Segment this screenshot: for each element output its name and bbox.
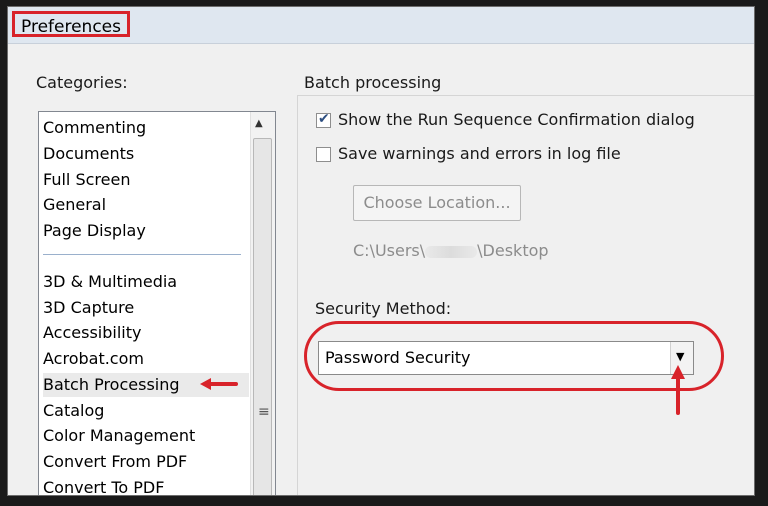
group-title: Batch processing <box>304 73 446 92</box>
save-warnings-checkbox[interactable] <box>316 147 331 162</box>
list-item[interactable]: 3D Capture <box>43 296 134 320</box>
scroll-up-icon[interactable]: ▲ <box>255 118 263 129</box>
checkmark-icon: ✔ <box>318 111 330 127</box>
scroll-thumb[interactable]: ≡ <box>253 138 272 495</box>
list-scrollbar[interactable]: ▲ ≡ <box>250 112 275 495</box>
chevron-down-icon: ▼ <box>676 350 685 363</box>
list-item[interactable]: 3D & Multimedia <box>43 270 177 294</box>
list-divider <box>43 254 241 255</box>
redacted-username <box>425 245 478 258</box>
save-warnings-label[interactable]: Save warnings and errors in log file <box>338 144 621 163</box>
run-sequence-checkbox[interactable]: ✔ <box>316 111 331 128</box>
security-method-value: Password Security <box>325 348 471 367</box>
security-method-label: Security Method: <box>315 299 452 318</box>
list-item[interactable]: Convert To PDF <box>43 476 164 495</box>
list-item[interactable]: Full Screen <box>43 168 130 192</box>
security-method-select[interactable]: Password Security ▼ <box>318 341 694 375</box>
list-item[interactable]: Documents <box>43 142 134 166</box>
categories-label: Categories: <box>36 73 128 92</box>
list-item[interactable]: Acrobat.com <box>43 347 144 371</box>
screenshot-frame: Preferences Categories: Commenting Docum… <box>0 0 768 506</box>
title-bar: Preferences <box>8 7 754 44</box>
scroll-grip-icon: ≡ <box>258 404 270 420</box>
path-suffix: \Desktop <box>477 241 549 260</box>
list-item[interactable]: Page Display <box>43 219 146 243</box>
list-item[interactable]: Convert From PDF <box>43 450 187 474</box>
window-title: Preferences <box>12 11 130 37</box>
choose-location-button[interactable]: Choose Location... <box>353 185 521 221</box>
log-file-path: C:\Users\ \Desktop <box>353 241 549 260</box>
categories-list[interactable]: Commenting Documents Full Screen General… <box>38 111 276 495</box>
path-prefix: C:\Users\ <box>353 241 426 260</box>
annotation-arrow-left-icon <box>200 378 238 390</box>
list-item[interactable]: Color Management <box>43 424 195 448</box>
preferences-window: Preferences Categories: Commenting Docum… <box>7 6 755 496</box>
list-item[interactable]: Catalog <box>43 399 104 423</box>
annotation-arrow-up-icon <box>671 365 685 415</box>
list-item[interactable]: General <box>43 193 106 217</box>
run-sequence-label[interactable]: Show the Run Sequence Confirmation dialo… <box>338 110 695 129</box>
list-item[interactable]: Commenting <box>43 116 146 140</box>
list-item[interactable]: Accessibility <box>43 321 141 345</box>
